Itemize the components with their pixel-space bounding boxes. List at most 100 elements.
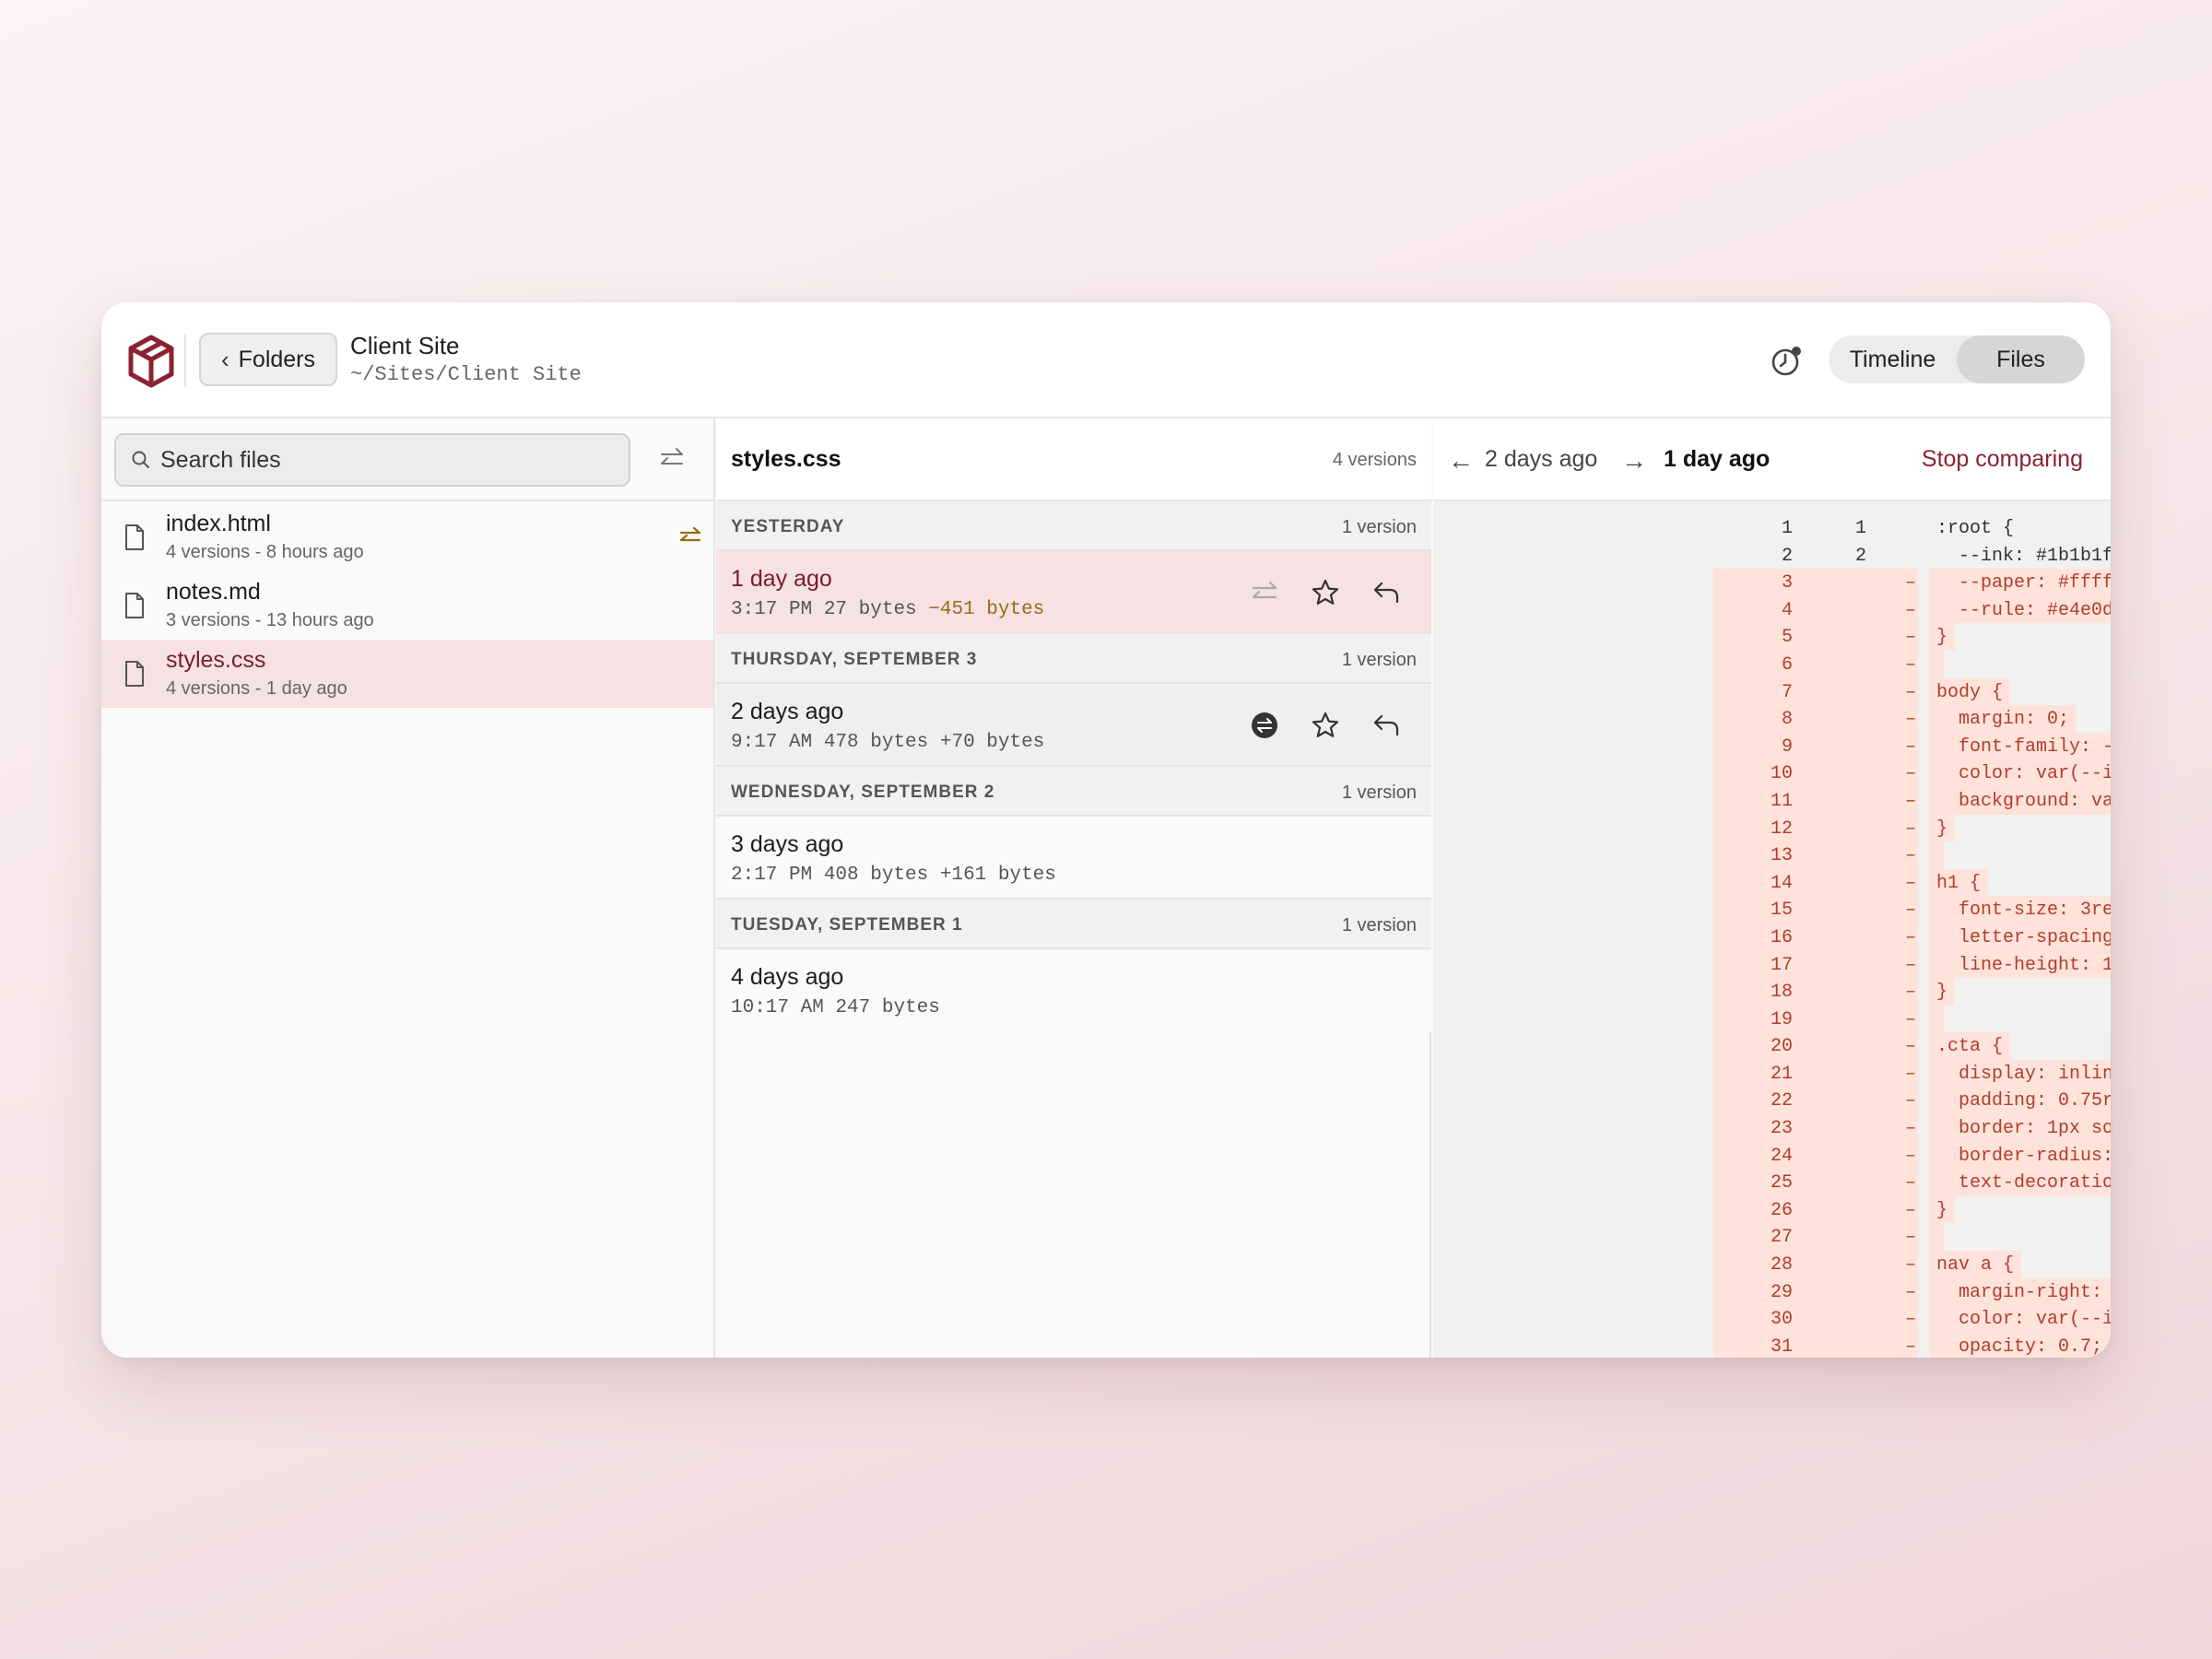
restore-button[interactable] bbox=[1369, 575, 1404, 610]
code-text: nav a { bbox=[1929, 1251, 2022, 1278]
group-label: TUESDAY, SEPTEMBER 1 bbox=[731, 915, 963, 935]
old-line-number: 8 bbox=[1781, 709, 1793, 731]
swap-icon[interactable] bbox=[658, 446, 686, 472]
old-line-number: 6 bbox=[1781, 653, 1793, 676]
old-line-number: 24 bbox=[1770, 1145, 1793, 1167]
app-logo-icon bbox=[128, 335, 174, 388]
diff-line: 14 – h1 { bbox=[1433, 868, 2111, 897]
diff-line: 5 –} bbox=[1433, 623, 2111, 651]
code-text: --paper: #ffffff; bbox=[1929, 569, 2111, 596]
file-icon bbox=[125, 661, 144, 687]
old-line-number: 19 bbox=[1770, 1008, 1793, 1030]
diff-line: 18 –} bbox=[1433, 978, 2111, 1006]
star-button[interactable] bbox=[1308, 708, 1343, 743]
file-item-styles-css[interactable]: styles.css 4 versions - 1 day ago bbox=[101, 640, 713, 708]
version-meta: 3:17 PM 27 bytes −451 bytes bbox=[731, 599, 1044, 620]
code-text: h1 { bbox=[1929, 868, 1989, 897]
diff-marker: – bbox=[1905, 818, 1917, 840]
star-button[interactable] bbox=[1308, 575, 1343, 610]
version-groups: YESTERDAY 1 version 1 day ago 3:17 PM 27… bbox=[716, 501, 1431, 1032]
group-count: 1 version bbox=[1341, 517, 1417, 537]
file-meta: 4 versions - 8 hours ago bbox=[166, 542, 364, 562]
swap-icon[interactable] bbox=[678, 525, 702, 547]
diff-line: 13 – bbox=[1433, 841, 2111, 869]
version-row[interactable]: 1 day ago 3:17 PM 27 bytes −451 bytes bbox=[716, 551, 1431, 634]
tab-timeline[interactable]: Timeline bbox=[1829, 335, 1957, 383]
version-row[interactable]: 3 days ago 2:17 PM 408 bytes +161 bytes bbox=[716, 817, 1431, 900]
diff-marker: – bbox=[1905, 1281, 1917, 1303]
diff-marker: – bbox=[1905, 872, 1917, 894]
old-line-number: 4 bbox=[1781, 599, 1793, 621]
group-header-tuesday: TUESDAY, SEPTEMBER 1 1 version bbox=[716, 900, 1431, 949]
diff-line: 20 – .cta { bbox=[1433, 1032, 2111, 1060]
file-item-notes-md[interactable]: notes.md 3 versions - 13 hours ago bbox=[101, 571, 713, 640]
diff-marker: – bbox=[1905, 926, 1917, 948]
diff-line: 1 1:root { bbox=[1433, 514, 2111, 542]
version-meta: 2:17 PM 408 bytes +161 bytes bbox=[731, 865, 1056, 886]
version-delta: +70 bytes bbox=[939, 732, 1045, 753]
diff-line: 2 2 --ink: #1b1b1f; bbox=[1433, 542, 2111, 570]
diff-line: 3 – --paper: #ffffff; bbox=[1433, 569, 2111, 596]
tab-files[interactable]: Files bbox=[1957, 335, 2085, 383]
chevron-left-icon: ‹ bbox=[220, 345, 229, 373]
code-text: border-radius: 6px; bbox=[1929, 1141, 2111, 1170]
star-icon bbox=[1312, 579, 1339, 605]
old-line-number: 1 bbox=[1781, 518, 1793, 539]
diff-panel: ← 2 days ago → 1 day ago Stop comparing … bbox=[1433, 418, 2111, 1358]
arrow-right-icon[interactable]: → bbox=[1621, 446, 1647, 476]
group-count: 1 version bbox=[1341, 782, 1417, 803]
star-icon bbox=[1312, 712, 1339, 737]
arrow-left-icon[interactable]: ← bbox=[1448, 446, 1474, 476]
versions-file-title: styles.css bbox=[731, 446, 841, 472]
new-line-number: 2 bbox=[1854, 545, 1866, 567]
diff-line: 9 – font-family: -apple-sy bbox=[1433, 732, 2111, 760]
search-icon bbox=[132, 451, 149, 468]
compare-icon bbox=[1252, 581, 1277, 599]
restore-button[interactable] bbox=[1369, 708, 1404, 743]
old-line-number: 7 bbox=[1781, 681, 1793, 703]
code-text: --ink: #1b1b1f; bbox=[1936, 545, 2111, 567]
code-text: display: inline-block; bbox=[1929, 1059, 2111, 1088]
version-time: 9:17 AM bbox=[731, 732, 813, 753]
diff-line: 24 – border-radius: 6px; bbox=[1433, 1141, 2111, 1170]
diff-line: 12 –} bbox=[1433, 814, 2111, 842]
stop-comparing-button[interactable]: Stop comparing bbox=[1922, 446, 2083, 473]
group-label: THURSDAY, SEPTEMBER 3 bbox=[731, 650, 978, 669]
code-text: font-family: -apple-sy bbox=[1929, 732, 2111, 760]
diff-marker: – bbox=[1905, 627, 1917, 649]
history-icon[interactable] bbox=[1770, 345, 1803, 378]
code-text: border: 1px solid var( bbox=[1929, 1114, 2111, 1142]
old-line-number: 11 bbox=[1770, 790, 1793, 812]
old-line-number: 9 bbox=[1781, 735, 1793, 758]
file-item-index-html[interactable]: index.html 4 versions - 8 hours ago bbox=[101, 503, 713, 571]
compare-button[interactable] bbox=[1247, 575, 1282, 610]
diff-marker: – bbox=[1905, 1172, 1917, 1194]
site-title: Client Site bbox=[350, 332, 460, 359]
view-switcher: Timeline Files bbox=[1829, 335, 2085, 383]
diff-marker: – bbox=[1905, 1118, 1917, 1140]
diff-line: 19 – bbox=[1433, 1005, 2111, 1033]
diff-marker: – bbox=[1905, 763, 1917, 785]
old-line-number: 12 bbox=[1770, 818, 1793, 840]
diff-marker: – bbox=[1905, 1254, 1917, 1277]
group-label: WEDNESDAY, SEPTEMBER 2 bbox=[731, 782, 995, 802]
version-actions bbox=[1247, 575, 1404, 610]
version-row[interactable]: 2 days ago 9:17 AM 478 bytes +70 bytes bbox=[716, 684, 1431, 767]
file-meta: 4 versions - 1 day ago bbox=[166, 678, 347, 699]
compare-active-button[interactable] bbox=[1247, 708, 1282, 743]
version-size: 247 bytes bbox=[835, 997, 940, 1018]
folders-back-button[interactable]: ‹ Folders bbox=[199, 333, 337, 386]
diff-line: 23 – border: 1px solid var( bbox=[1433, 1114, 2111, 1142]
code-text bbox=[1929, 841, 1944, 869]
code-text bbox=[1929, 1223, 1944, 1252]
version-meta: 10:17 AM 247 bytes bbox=[731, 997, 940, 1018]
diff-line: 26 –} bbox=[1433, 1195, 2111, 1224]
version-row[interactable]: 4 days ago 10:17 AM 247 bytes bbox=[716, 949, 1431, 1032]
search-field bbox=[114, 433, 630, 487]
new-line-number: 1 bbox=[1854, 518, 1866, 539]
file-icon bbox=[125, 593, 144, 618]
header-bar: ‹ Folders Client Site ~/Sites/Client Sit… bbox=[101, 302, 2111, 418]
diff-marker: – bbox=[1905, 1145, 1917, 1167]
search-input[interactable] bbox=[160, 446, 603, 474]
diff-line: 17 – line-height: 1.05; bbox=[1433, 950, 2111, 979]
